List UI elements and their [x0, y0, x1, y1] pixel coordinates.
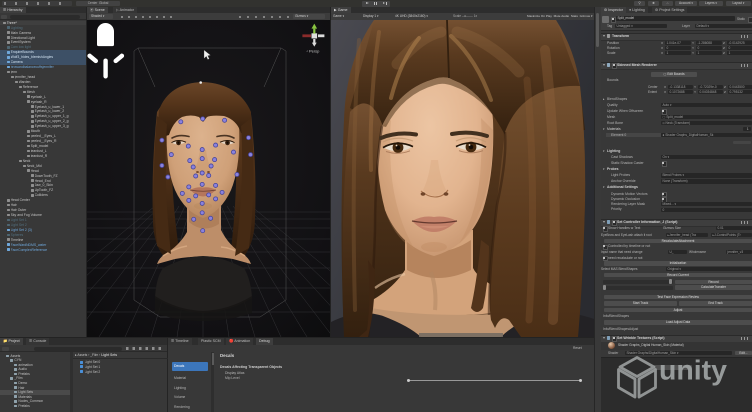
svg-text:unity: unity	[659, 355, 727, 386]
svg-text:‹ Persp: ‹ Persp	[307, 49, 321, 54]
